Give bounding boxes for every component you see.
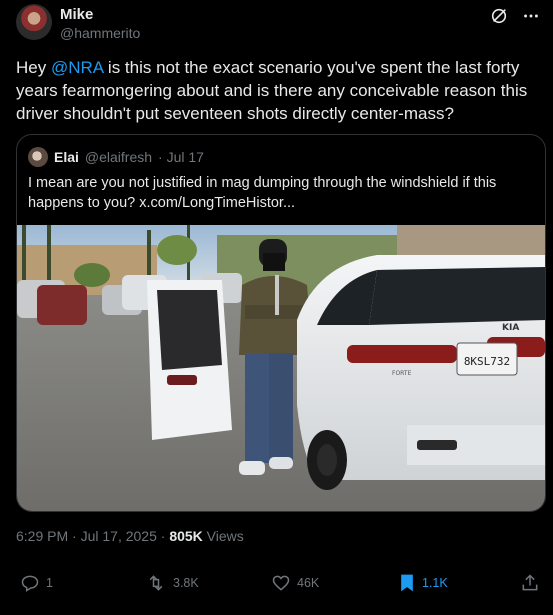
quote-text: I mean are you not justified in mag dump…: [28, 175, 497, 211]
header-actions: [489, 6, 541, 26]
author-handle[interactable]: @hammerito: [60, 25, 140, 41]
retweet-icon: [149, 575, 163, 591]
reply-icon: [21, 575, 39, 592]
like-count: 46K: [297, 576, 320, 590]
bookmark-button[interactable]: 1.1K: [398, 573, 448, 593]
timestamp-text[interactable]: 6:29 PM · Jul 17, 2025 ·: [16, 528, 169, 544]
tweet-header: Mike @hammerito: [16, 4, 541, 44]
retweet-count: 3.8K: [173, 576, 199, 590]
avatar[interactable]: [16, 4, 52, 40]
quote-date: · Jul 17: [158, 149, 204, 165]
mention-link[interactable]: @NRA: [51, 58, 103, 77]
tweet-text-start: Hey: [16, 58, 51, 77]
views-label: Views: [202, 528, 244, 544]
like-button[interactable]: 46K: [271, 573, 319, 593]
grok-icon[interactable]: [489, 6, 509, 26]
reply-count: 1: [46, 576, 53, 590]
bookmark-count: 1.1K: [422, 576, 448, 590]
tweet-text: Hey @NRA is this not the exact scenario …: [16, 56, 546, 125]
share-icon: [522, 574, 538, 591]
retweet-button[interactable]: 3.8K: [145, 573, 199, 593]
tweet-timestamp: 6:29 PM · Jul 17, 2025 · 805K Views: [16, 528, 244, 544]
more-icon[interactable]: [521, 6, 541, 26]
quote-author-name[interactable]: Elai: [54, 149, 79, 165]
quote-header: Elai @elaifresh · Jul 17: [28, 147, 204, 167]
heart-icon: [272, 575, 290, 591]
quote-author-handle[interactable]: @elaifresh: [85, 149, 152, 165]
bookmark-icon: [401, 574, 413, 592]
view-count: 805K: [169, 528, 203, 544]
car-model-badge: FORTE: [392, 370, 412, 377]
share-button[interactable]: [520, 573, 540, 593]
quoted-tweet[interactable]: Elai @elaifresh · Jul 17 I mean are you …: [16, 134, 546, 512]
car-brand-logo: KIA: [502, 323, 519, 333]
author-name[interactable]: Mike: [60, 6, 93, 23]
reply-button[interactable]: 1: [20, 573, 53, 593]
tweet-actions: 1 3.8K 46K 1.1K: [20, 573, 540, 597]
quote-media-image[interactable]: KIA 8KSL732 FORTE: [17, 225, 545, 511]
license-plate: 8KSL732: [464, 355, 510, 368]
quote-avatar[interactable]: [28, 147, 48, 167]
